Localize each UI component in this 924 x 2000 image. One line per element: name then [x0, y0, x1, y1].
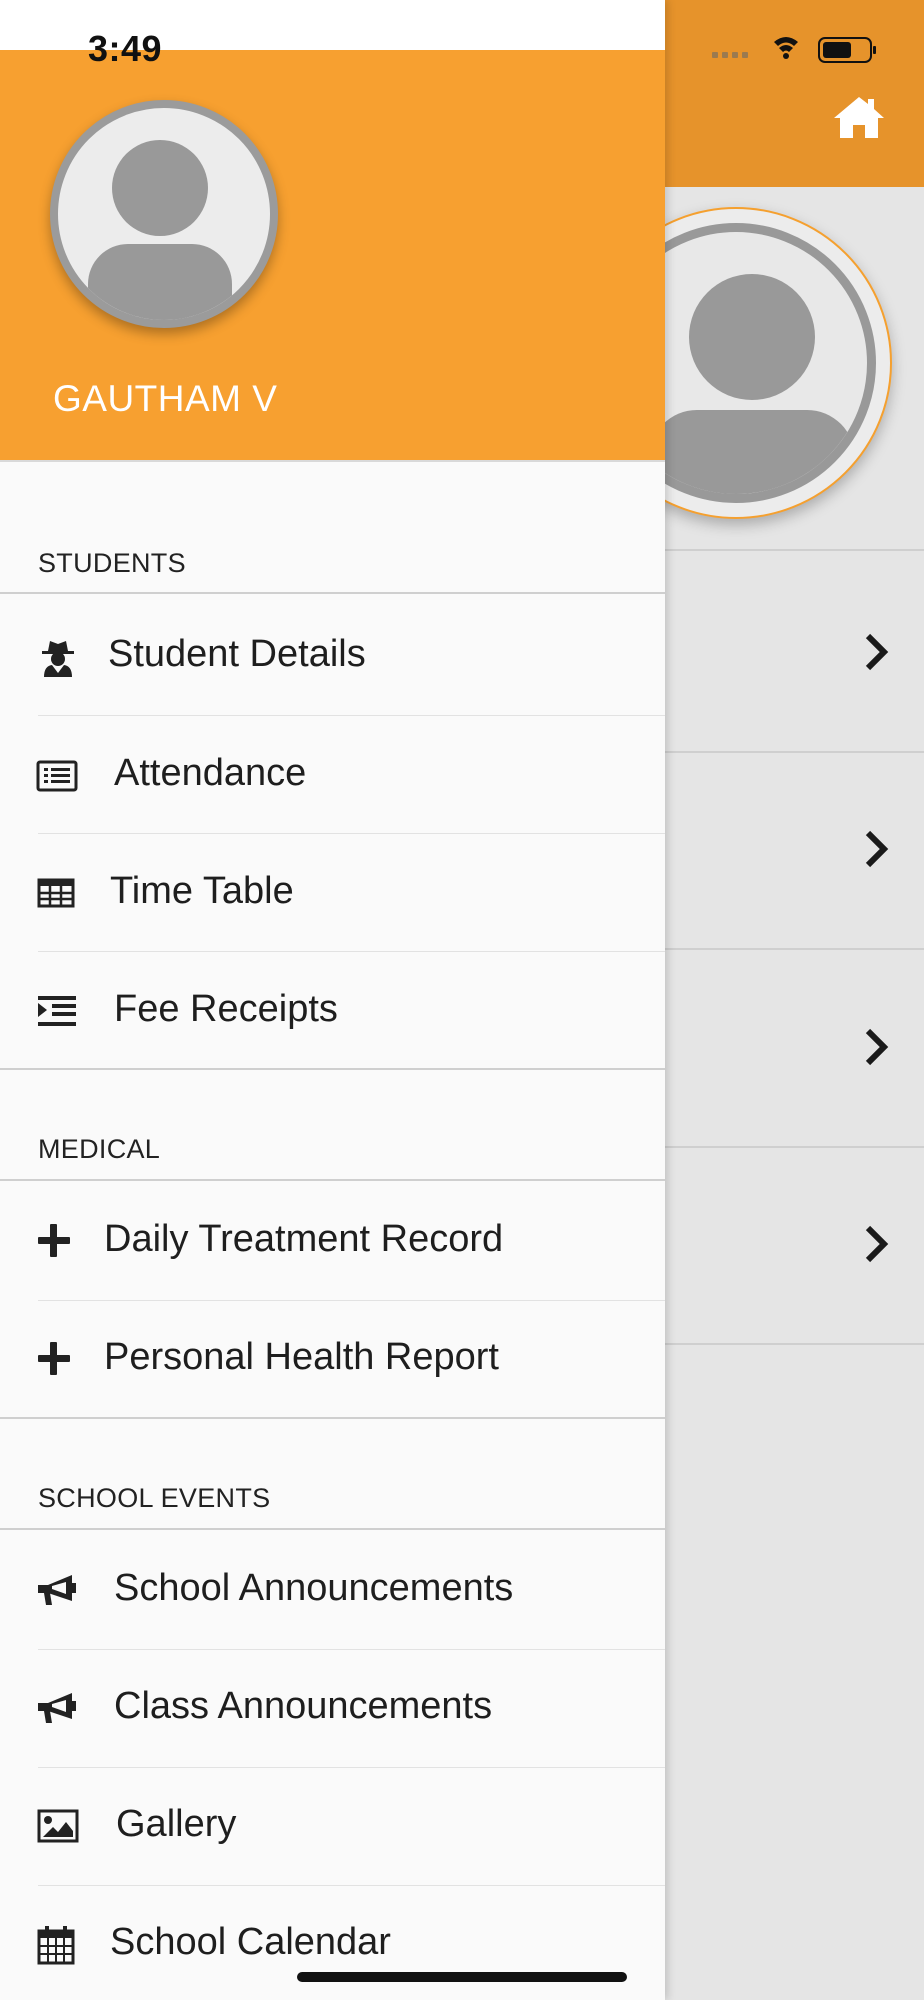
- user-avatar[interactable]: [50, 100, 278, 328]
- status-icons: [712, 37, 876, 63]
- plus-icon: [38, 1224, 70, 1257]
- section-separator: [0, 592, 665, 594]
- divider: [620, 1343, 924, 1345]
- section-separator: [0, 1068, 665, 1070]
- wifi-icon: [774, 37, 798, 59]
- divider: [620, 948, 924, 950]
- menu-item-label: Class Announcements: [114, 1685, 493, 1727]
- menu-item-label: Time Table: [110, 870, 294, 912]
- navigation-drawer: GAUTHAM V STUDENTS Student Details Atten…: [0, 0, 665, 2000]
- section-separator: [0, 1417, 665, 1419]
- menu-item-label: Student Details: [108, 633, 366, 675]
- table-icon: [37, 878, 75, 908]
- plus-icon: [38, 1342, 70, 1375]
- indent-list-icon: [38, 996, 76, 1026]
- megaphone-icon: [38, 1575, 76, 1605]
- image-icon: [37, 1809, 79, 1843]
- home-icon[interactable]: [832, 94, 886, 140]
- section-separator: [0, 1179, 665, 1181]
- menu-item-label: Attendance: [114, 752, 307, 794]
- divider: [620, 549, 924, 551]
- menu-item-school-announcements[interactable]: School Announcements: [0, 1531, 665, 1649]
- menu-item-daily-treatment-record[interactable]: Daily Treatment Record: [0, 1182, 665, 1300]
- menu-item-class-announcements[interactable]: Class Announcements: [0, 1649, 665, 1767]
- chevron-right-icon[interactable]: [862, 829, 892, 869]
- section-title-students: STUDENTS: [38, 548, 186, 578]
- divider: [620, 751, 924, 753]
- section-title-medical: MEDICAL: [38, 1134, 161, 1164]
- chevron-right-icon[interactable]: [862, 1224, 892, 1264]
- section-title-school-events: SCHOOL EVENTS: [38, 1483, 271, 1513]
- menu-item-label: School Announcements: [114, 1567, 514, 1609]
- menu-item-time-table[interactable]: Time Table: [0, 834, 665, 952]
- user-secret-icon: [42, 641, 74, 677]
- chevron-right-icon[interactable]: [862, 1027, 892, 1067]
- menu-item-label: Daily Treatment Record: [104, 1218, 504, 1260]
- menu-item-label: Fee Receipts: [114, 988, 338, 1030]
- calendar-icon: [37, 1926, 75, 1965]
- divider: [620, 1146, 924, 1148]
- menu-item-school-calendar[interactable]: School Calendar: [0, 1885, 665, 2000]
- menu-item-label: Personal Health Report: [104, 1336, 499, 1378]
- menu-item-student-details[interactable]: Student Details: [0, 597, 665, 715]
- user-name: GAUTHAM V: [53, 378, 278, 419]
- menu-item-personal-health-report[interactable]: Personal Health Report: [0, 1300, 665, 1418]
- section-separator: [0, 1528, 665, 1530]
- menu-item-attendance[interactable]: Attendance: [0, 716, 665, 834]
- menu-item-label: Gallery: [116, 1803, 237, 1845]
- megaphone-icon: [38, 1693, 76, 1723]
- list-icon: [36, 760, 78, 792]
- menu-item-gallery[interactable]: Gallery: [0, 1767, 665, 1885]
- status-time: 3:49: [88, 28, 163, 69]
- drawer-header: GAUTHAM V: [0, 50, 665, 462]
- signal-icon: [712, 52, 748, 58]
- home-indicator[interactable]: [297, 1972, 627, 1982]
- menu-item-label: School Calendar: [110, 1921, 391, 1963]
- menu-item-fee-receipts[interactable]: Fee Receipts: [0, 952, 665, 1070]
- chevron-right-icon[interactable]: [862, 632, 892, 672]
- battery-icon: [818, 37, 876, 63]
